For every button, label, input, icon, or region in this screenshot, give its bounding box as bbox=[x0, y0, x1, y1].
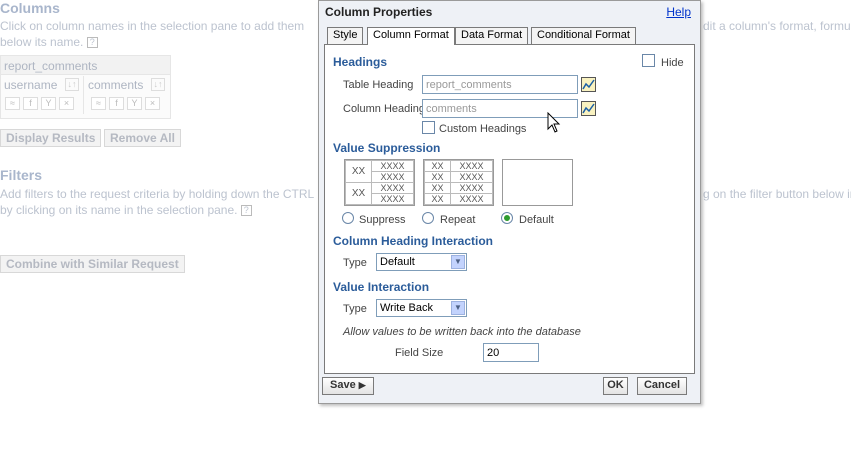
cancel-button[interactable]: Cancel bbox=[637, 377, 687, 395]
selected-value: Write Back bbox=[380, 302, 433, 314]
sample-xx: XX bbox=[424, 160, 451, 172]
save-label: Save bbox=[330, 379, 356, 391]
default-radio[interactable] bbox=[501, 212, 513, 224]
tab-conditional-format[interactable]: Conditional Format bbox=[531, 27, 636, 44]
filter-icon[interactable]: Y bbox=[41, 97, 56, 110]
table-heading-label: Table Heading bbox=[343, 79, 414, 91]
filter-icon[interactable]: Y bbox=[127, 97, 142, 110]
criteria-table-name: report_comments bbox=[1, 56, 170, 75]
save-button[interactable]: Save ▶ bbox=[322, 377, 374, 395]
tab-data-format[interactable]: Data Format bbox=[455, 27, 529, 44]
sample-xxxx: XXXX bbox=[371, 171, 414, 183]
headings-section-title: Headings bbox=[333, 55, 388, 69]
filters-hint-right: g on the filter button below in bbox=[703, 187, 851, 201]
sample-xxxx: XXXX bbox=[371, 193, 414, 205]
tab-column-format[interactable]: Column Format bbox=[367, 27, 455, 45]
help-question-icon[interactable]: ? bbox=[240, 205, 252, 217]
sample-xxxx: XXXX bbox=[450, 160, 493, 172]
sample-xxxx: XXXX bbox=[450, 171, 493, 183]
format-icon[interactable]: ≈ bbox=[5, 97, 20, 110]
remove-all-button[interactable]: Remove All bbox=[104, 129, 181, 147]
help-link[interactable]: Help bbox=[666, 5, 691, 19]
default-sample[interactable] bbox=[502, 159, 573, 206]
column-format-panel: Headings Hide Table Heading Column Headi… bbox=[324, 44, 695, 374]
sample-xx: XX bbox=[424, 182, 451, 194]
field-size-label: Field Size bbox=[395, 347, 444, 359]
sample-xxxx: XXXX bbox=[371, 160, 414, 172]
selected-value: Default bbox=[380, 256, 415, 268]
sample-xxxx: XXXX bbox=[450, 182, 493, 194]
sample-xxxx: XXXX bbox=[371, 182, 414, 194]
sample-xxxx: XXXX bbox=[450, 193, 493, 205]
column-properties-dialog: Column Properties Help Style Column Form… bbox=[318, 0, 701, 404]
ok-button[interactable]: OK bbox=[603, 377, 628, 395]
column-heading-label: Column Heading bbox=[343, 103, 425, 115]
formula-icon[interactable]: f bbox=[109, 97, 124, 110]
sample-xx: XX bbox=[424, 171, 451, 183]
suppress-sample[interactable]: XX XXXX XXXX XX XXXX XXXX bbox=[344, 159, 415, 206]
col-heading-interaction-title: Column Heading Interaction bbox=[333, 234, 494, 248]
repeat-label: Repeat bbox=[440, 214, 476, 226]
repeat-sample[interactable]: XX XXXX XX XXXX XX XXXX XX XXXX bbox=[423, 159, 494, 206]
suppress-radio[interactable] bbox=[342, 212, 354, 224]
criteria-column-comments[interactable]: comments ↓↑ ≈ f Y × bbox=[85, 76, 171, 114]
columns-title: Columns bbox=[0, 0, 60, 16]
value-suppression-title: Value Suppression bbox=[333, 141, 441, 155]
hide-label: Hide bbox=[661, 57, 684, 69]
tab-style[interactable]: Style bbox=[327, 27, 364, 44]
column-name[interactable]: username bbox=[4, 78, 57, 92]
delete-icon[interactable]: × bbox=[145, 97, 160, 110]
column-name[interactable]: comments bbox=[88, 78, 143, 92]
type-label: Type bbox=[343, 303, 367, 315]
columns-hint-2: below its name. ? bbox=[0, 34, 98, 50]
sample-xx: XX bbox=[345, 160, 372, 183]
display-results-button[interactable]: Display Results bbox=[0, 129, 102, 147]
columns-hint-right: dit a column's format, formu bbox=[703, 19, 851, 33]
edit-heading-icon[interactable] bbox=[581, 77, 596, 92]
criteria-columns-box: report_comments username ↓↑ ≈ f Y × comm… bbox=[0, 55, 171, 119]
type-label: Type bbox=[343, 257, 367, 269]
dialog-title: Column Properties bbox=[325, 5, 433, 19]
custom-headings-checkbox[interactable] bbox=[422, 121, 435, 134]
allow-writeback-text: Allow values to be written back into the… bbox=[343, 326, 581, 338]
criteria-column-username[interactable]: username ↓↑ ≈ f Y × bbox=[1, 76, 84, 114]
columns-hint-2-text: below its name. bbox=[0, 35, 84, 49]
edit-heading-icon[interactable] bbox=[581, 101, 596, 116]
custom-headings-label: Custom Headings bbox=[439, 123, 527, 135]
filters-hint: Add filters to the request criteria by h… bbox=[0, 187, 315, 201]
filters-title: Filters bbox=[0, 167, 43, 183]
suppress-label: Suppress bbox=[359, 214, 406, 226]
value-interaction-select[interactable]: Write Back ▼ bbox=[376, 299, 467, 317]
sort-icon[interactable]: ↓↑ bbox=[65, 78, 79, 91]
sample-xx: XX bbox=[345, 182, 372, 205]
filters-hint-2-text: by clicking on its name in the selection… bbox=[0, 203, 238, 217]
hide-checkbox[interactable] bbox=[642, 54, 655, 67]
format-icon[interactable]: ≈ bbox=[91, 97, 106, 110]
delete-icon[interactable]: × bbox=[59, 97, 74, 110]
caret-right-icon: ▶ bbox=[358, 380, 366, 390]
chevron-down-icon[interactable]: ▼ bbox=[451, 301, 465, 315]
repeat-radio[interactable] bbox=[422, 212, 434, 224]
filters-hint-2: by clicking on its name in the selection… bbox=[0, 202, 252, 218]
sort-icon[interactable]: ↓↑ bbox=[151, 78, 165, 91]
value-interaction-title: Value Interaction bbox=[333, 280, 430, 294]
table-heading-input[interactable] bbox=[422, 75, 578, 94]
help-question-icon[interactable]: ? bbox=[86, 37, 98, 49]
formula-icon[interactable]: f bbox=[23, 97, 38, 110]
col-heading-interaction-select[interactable]: Default ▼ bbox=[376, 253, 467, 271]
chevron-down-icon[interactable]: ▼ bbox=[451, 255, 465, 269]
mouse-pointer-icon bbox=[547, 112, 561, 133]
field-size-input[interactable] bbox=[483, 343, 539, 362]
columns-hint: Click on column names in the selection p… bbox=[0, 19, 305, 33]
combine-request-button[interactable]: Combine with Similar Request bbox=[0, 255, 185, 273]
sample-xx: XX bbox=[424, 193, 451, 205]
default-label: Default bbox=[519, 214, 554, 226]
